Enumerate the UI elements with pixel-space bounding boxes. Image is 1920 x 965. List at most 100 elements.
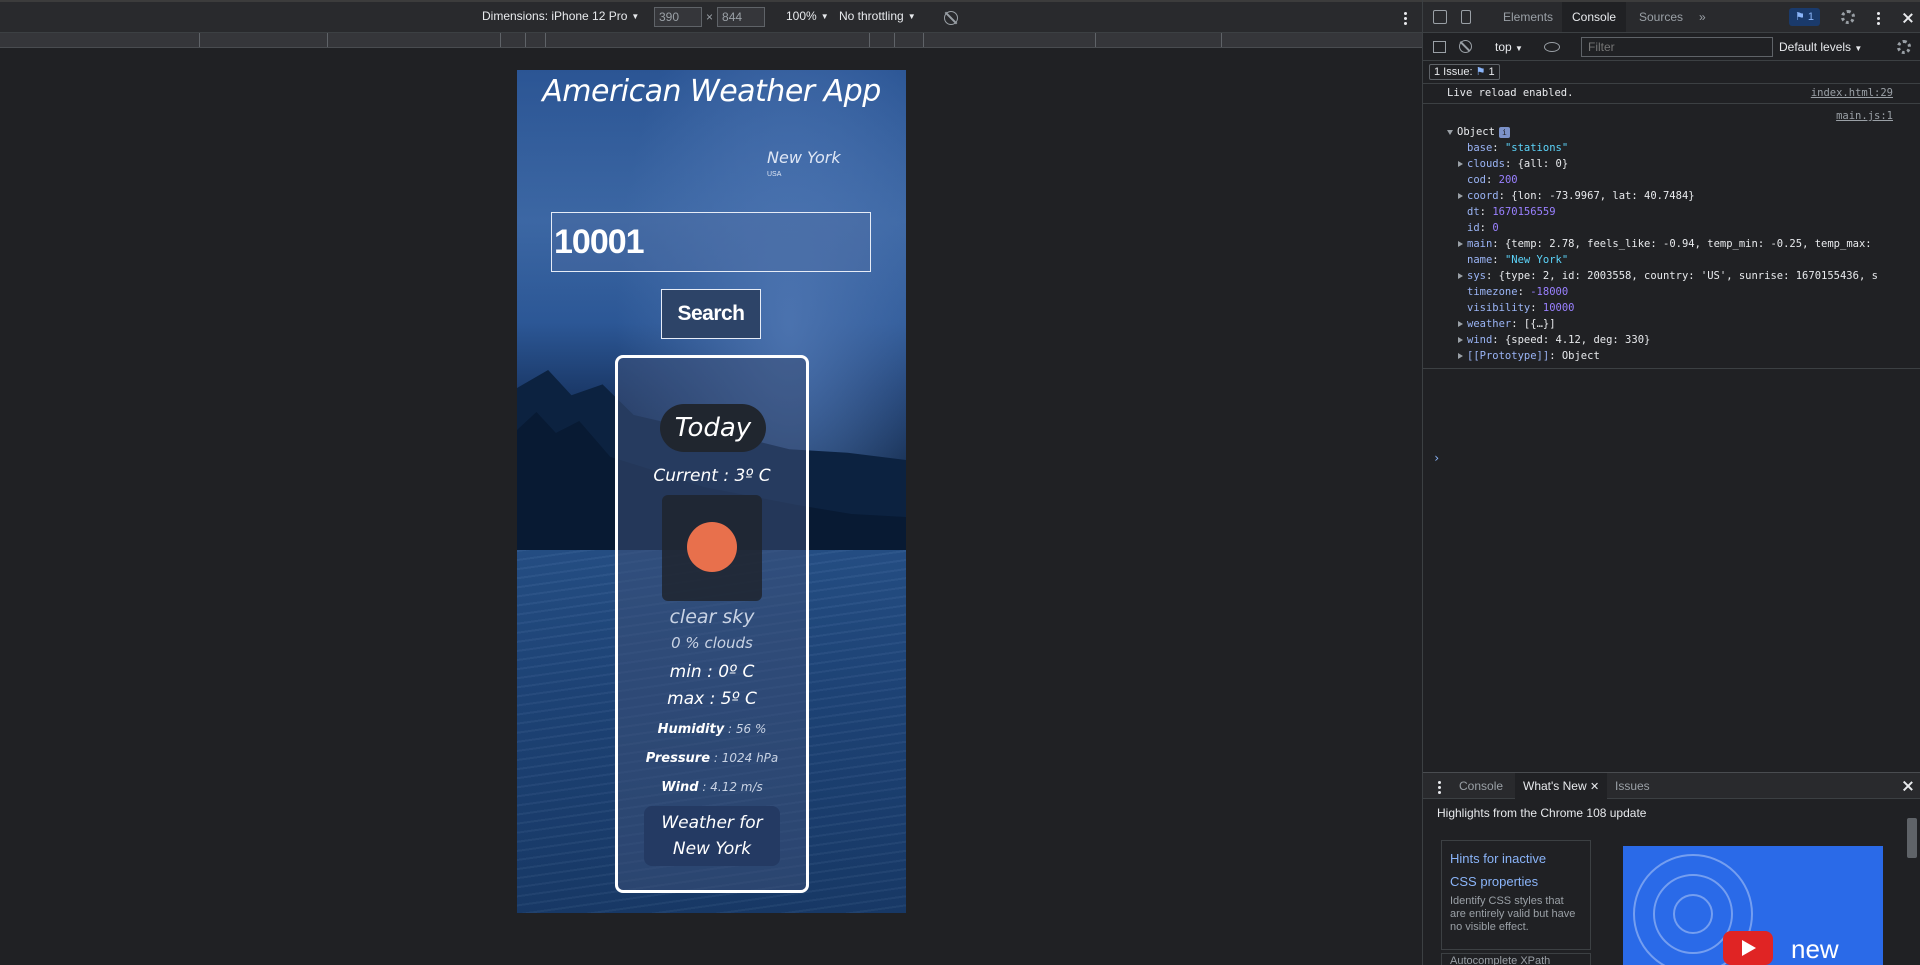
more-options-icon[interactable] [1403, 12, 1407, 25]
drawer-menu-icon[interactable] [1437, 781, 1441, 794]
tab-elements[interactable]: Elements [1493, 2, 1563, 32]
throttling-dropdown[interactable]: No throttling ▼ [839, 9, 916, 23]
whats-new-card[interactable]: Hints for inactive CSS properties Identi… [1441, 840, 1591, 950]
property-colon: : [1492, 142, 1505, 154]
tab-sources[interactable]: Sources [1629, 2, 1693, 32]
drawer-scrollbar[interactable] [1907, 818, 1917, 858]
property-key: dt [1467, 206, 1480, 218]
decoration-ring [1673, 894, 1713, 934]
property-colon: : [1492, 238, 1505, 250]
chevron-down-icon: ▼ [1854, 44, 1863, 53]
object-property-8[interactable]: sys: {type: 2, id: 2003558, country: 'US… [1447, 268, 1920, 284]
drawer-tab-issues[interactable]: Issues [1607, 773, 1658, 799]
property-key: [[Prototype]] [1467, 350, 1550, 362]
more-tabs-button[interactable]: » [1689, 2, 1716, 32]
clear-console-icon[interactable] [1459, 40, 1472, 53]
object-property-13[interactable]: [[Prototype]]: Object [1447, 348, 1920, 364]
width-input[interactable] [654, 7, 702, 27]
console-filter-input[interactable] [1581, 37, 1773, 57]
property-key: timezone [1467, 286, 1518, 298]
chevron-down-icon: ▼ [1515, 44, 1523, 53]
throttling-label: No throttling [839, 9, 904, 23]
property-colon: : [1479, 206, 1493, 218]
zoom-dropdown[interactable]: 100% ▼ [786, 9, 829, 23]
property-value: Object [1561, 350, 1600, 362]
object-property-3[interactable]: coord: {lon: -73.9967, lat: 40.7484} [1447, 188, 1920, 204]
weather-for-city-button[interactable]: Weather for New York [644, 806, 780, 866]
object-property-6[interactable]: main: {temp: 2.78, feels_like: -0.94, te… [1447, 236, 1920, 252]
tab-console[interactable]: Console [1562, 2, 1627, 32]
close-drawer-icon[interactable] [1903, 781, 1913, 791]
media-query-ruler[interactable] [0, 33, 1422, 48]
source-link[interactable]: index.html:29 [1811, 87, 1893, 99]
drawer-tab-console[interactable]: Console [1451, 773, 1511, 799]
whats-new-video-thumbnail[interactable]: new [1623, 846, 1883, 965]
context-selector[interactable]: top ▼ [1495, 40, 1523, 54]
drawer-tab-whats-new[interactable]: What's New ✕ [1515, 773, 1608, 799]
property-colon: : [1479, 222, 1493, 234]
cloud-coverage: 0 % clouds [671, 634, 753, 652]
min-temperature: min : 0º C [669, 662, 755, 682]
property-key: clouds [1467, 158, 1505, 170]
property-value: 0 [1492, 222, 1499, 234]
object-property-4: dt: 1670156559 [1447, 204, 1920, 220]
inspect-element-icon[interactable] [1433, 10, 1447, 24]
youtube-play-icon[interactable] [1723, 931, 1773, 965]
weather-icon-box [662, 495, 762, 601]
today-label: Today [660, 404, 766, 452]
object-property-11[interactable]: weather: [{…}] [1447, 316, 1920, 332]
chevron-down-icon: ▼ [820, 11, 829, 21]
console-message: Live reload enabled. index.html:29 [1423, 84, 1920, 104]
console-prompt[interactable]: › [1433, 451, 1440, 465]
weather-card: Today Current : 3º C clear sky 0 % cloud… [615, 355, 809, 893]
property-key: main [1467, 238, 1493, 250]
issues-chip-label: 1 Issue: [1434, 66, 1473, 78]
property-value: "New York" [1504, 254, 1569, 266]
city-name: New York [767, 148, 841, 167]
devtools-menu-icon[interactable] [1876, 12, 1880, 25]
property-colon: : [1492, 254, 1505, 266]
wind-label: Wind [661, 780, 699, 795]
issues-count: 1 [1807, 11, 1815, 23]
viewport-area: American Weather App New York USA Search… [0, 48, 1422, 965]
console-settings-gear-icon[interactable] [1897, 40, 1911, 54]
rotate-icon [944, 11, 958, 25]
console-sidebar-icon[interactable] [1433, 41, 1446, 53]
property-key: coord [1467, 190, 1499, 202]
object-source-link[interactable]: main.js:1 [1447, 108, 1920, 124]
object-property-5: id: 0 [1447, 220, 1920, 236]
card-title-line2[interactable]: CSS properties [1450, 870, 1582, 893]
close-devtools-icon[interactable] [1903, 13, 1913, 23]
object-property-7: name: "New York" [1447, 252, 1920, 268]
property-value: -18000 [1530, 286, 1569, 298]
object-properties: base: "stations" clouds: {all: 0} cod: 200… [1447, 140, 1920, 364]
issues-badge[interactable]: ⚑ 1 [1789, 8, 1821, 26]
zip-input[interactable] [551, 212, 871, 272]
app-title: American Weather App [542, 74, 881, 109]
object-header[interactable]: Object i [1447, 124, 1920, 140]
height-input[interactable] [717, 7, 766, 27]
country-label: USA [767, 171, 782, 178]
expand-triangle-icon [1458, 193, 1463, 199]
property-key: cod [1467, 174, 1486, 186]
search-button[interactable]: Search [661, 289, 761, 339]
settings-gear-icon[interactable] [1841, 10, 1855, 24]
console-filterbar: top ▼ Default levels ▼ [1423, 33, 1920, 61]
object-property-1[interactable]: clouds: {all: 0} [1447, 156, 1920, 172]
expand-triangle-icon [1458, 161, 1463, 167]
close-tab-icon[interactable]: ✕ [1590, 781, 1599, 793]
object-property-12[interactable]: wind: {speed: 4.12, deg: 330} [1447, 332, 1920, 348]
property-colon: : [1504, 158, 1518, 170]
issues-chip[interactable]: 1 Issue: ⚑ 1 [1429, 64, 1500, 80]
whats-new-card-2[interactable]: Autocomplete XPath [1441, 953, 1591, 965]
device-toggle-icon[interactable] [1461, 10, 1471, 24]
card-title-line1[interactable]: Hints for inactive [1450, 847, 1582, 870]
log-levels-dropdown[interactable]: Default levels ▼ [1779, 40, 1862, 54]
live-expression-eye-icon[interactable] [1544, 42, 1560, 52]
issues-bar: 1 Issue: ⚑ 1 [1423, 61, 1920, 84]
property-value: "stations" [1504, 142, 1569, 154]
device-dimensions-dropdown[interactable]: Dimensions: iPhone 12 Pro ▼ [482, 9, 639, 23]
humidity-label: Humidity [657, 722, 725, 737]
rotate-button[interactable] [944, 11, 958, 25]
info-icon: i [1498, 127, 1510, 138]
